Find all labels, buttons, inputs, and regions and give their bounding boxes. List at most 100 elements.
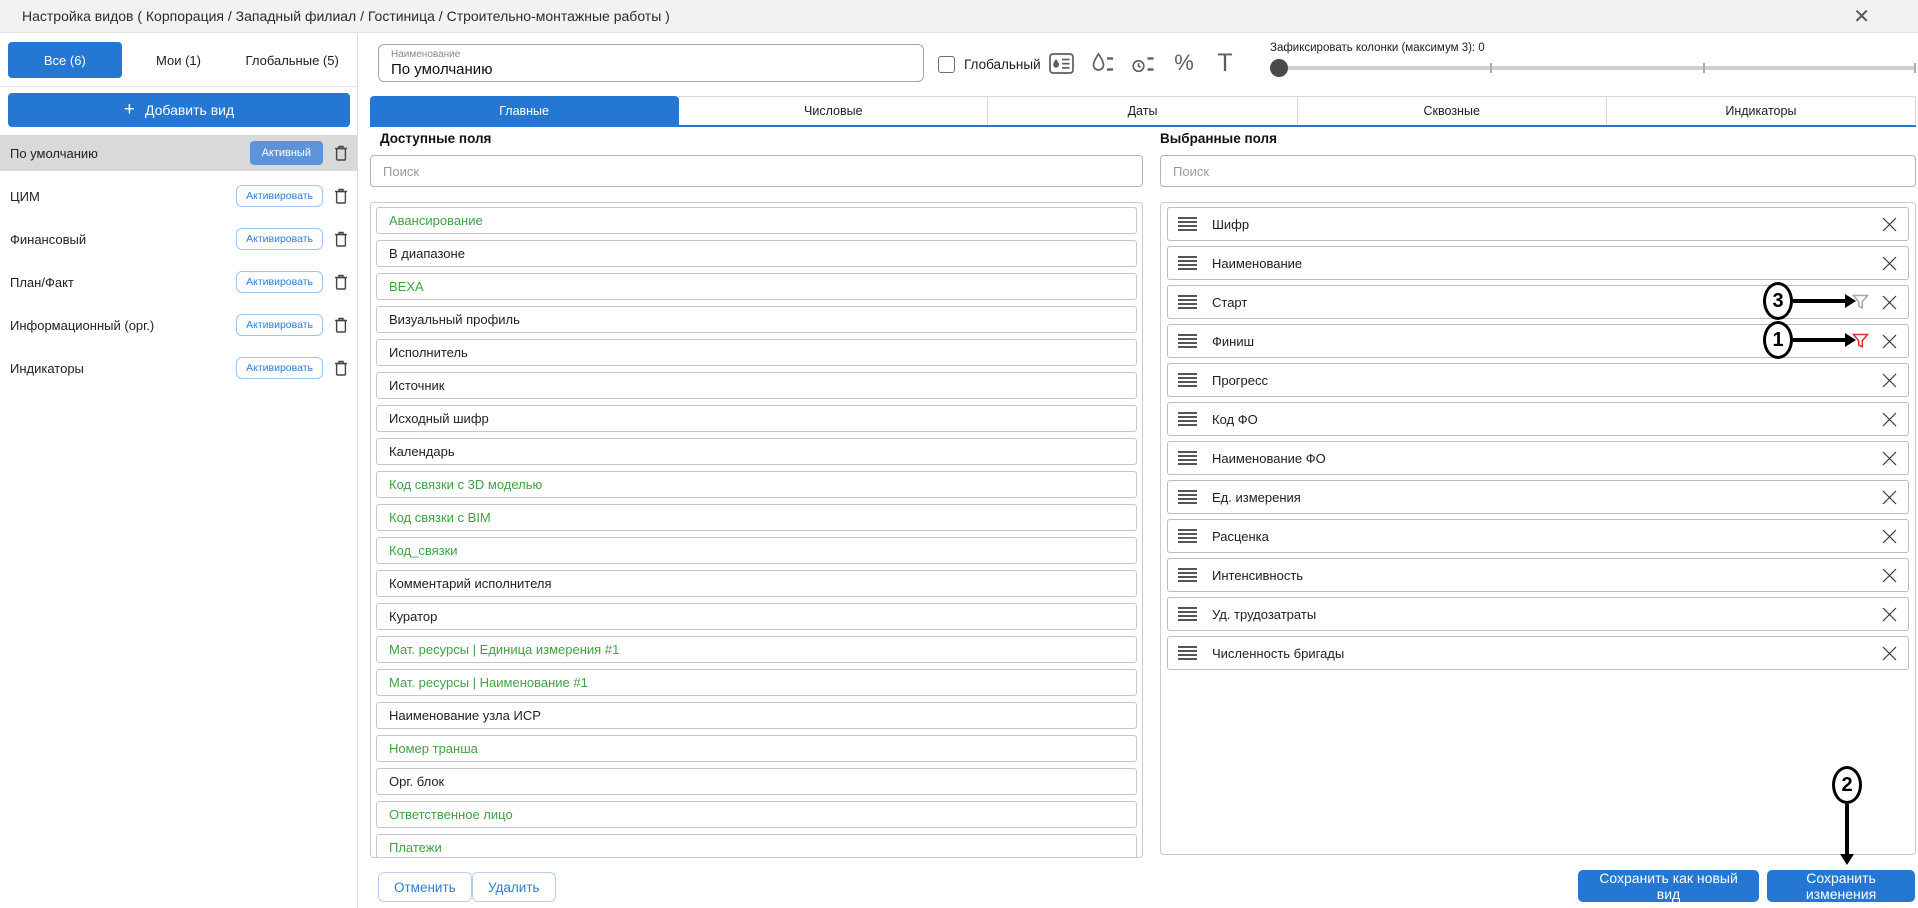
drag-handle-icon[interactable] xyxy=(1178,217,1197,232)
selected-search-input[interactable] xyxy=(1160,155,1916,187)
available-field-label: Календарь xyxy=(389,444,455,459)
color-drop-icon[interactable] xyxy=(1087,48,1117,78)
available-field-item[interactable]: В диапазоне xyxy=(376,240,1137,267)
time-color-icon[interactable] xyxy=(1128,48,1158,78)
selected-field-item[interactable]: Ед. измерения xyxy=(1167,480,1909,514)
remove-icon[interactable] xyxy=(1881,411,1898,428)
drag-handle-icon[interactable] xyxy=(1178,607,1197,622)
cancel-button[interactable]: Отменить xyxy=(378,872,472,902)
available-field-item[interactable]: Визуальный профиль xyxy=(376,306,1137,333)
remove-icon[interactable] xyxy=(1881,255,1898,272)
available-field-item[interactable]: Номер транша xyxy=(376,735,1137,762)
view-row[interactable]: ЦИМ Активировать xyxy=(0,178,357,214)
field-category-tab[interactable]: Сквозные xyxy=(1298,96,1607,125)
view-row[interactable]: По умолчанию Активный xyxy=(0,135,357,171)
drag-handle-icon[interactable] xyxy=(1178,256,1197,271)
field-category-tab[interactable]: Даты xyxy=(988,96,1297,125)
view-activate-badge[interactable]: Активный xyxy=(250,141,323,165)
delete-button[interactable]: Удалить xyxy=(472,872,556,902)
sidebar-tab[interactable]: Все (6) xyxy=(8,42,122,78)
close-icon[interactable]: ✕ xyxy=(1853,4,1870,29)
save-as-new-button[interactable]: Сохранить как новый вид xyxy=(1578,870,1759,902)
remove-icon[interactable] xyxy=(1881,216,1898,233)
view-activate-badge[interactable]: Активировать xyxy=(236,228,323,250)
remove-icon[interactable] xyxy=(1881,606,1898,623)
trash-icon[interactable] xyxy=(333,187,349,205)
text-color-icon[interactable]: T xyxy=(1210,48,1240,78)
view-activate-badge[interactable]: Активировать xyxy=(236,314,323,336)
checkbox-icon[interactable] xyxy=(938,56,955,73)
remove-icon[interactable] xyxy=(1881,372,1898,389)
view-activate-badge[interactable]: Активировать xyxy=(236,357,323,379)
selected-field-item[interactable]: Наименование ФО xyxy=(1167,441,1909,475)
selected-field-item[interactable]: Наименование xyxy=(1167,246,1909,280)
view-row[interactable]: Индикаторы Активировать xyxy=(0,350,357,386)
available-field-item[interactable]: Комментарий исполнителя xyxy=(376,570,1137,597)
remove-icon[interactable] xyxy=(1881,645,1898,662)
available-field-item[interactable]: Авансирование xyxy=(376,207,1137,234)
fix-columns-slider[interactable] xyxy=(1270,66,1916,70)
field-category-tab[interactable]: Числовые xyxy=(679,96,988,125)
selected-field-item[interactable]: Расценка xyxy=(1167,519,1909,553)
available-field-item[interactable]: Код связки с BIM xyxy=(376,504,1137,531)
available-field-item[interactable]: Код связки с 3D моделью xyxy=(376,471,1137,498)
available-field-item[interactable]: Мат. ресурсы | Наименование #1 xyxy=(376,669,1137,696)
sidebar-tab[interactable]: Мои (1) xyxy=(122,42,236,78)
trash-icon[interactable] xyxy=(333,230,349,248)
view-activate-badge[interactable]: Активировать xyxy=(236,185,323,207)
available-field-item[interactable]: Платежи xyxy=(376,834,1137,858)
drag-handle-icon[interactable] xyxy=(1178,295,1197,310)
available-field-item[interactable]: Код_связки xyxy=(376,537,1137,564)
view-row[interactable]: Информационный (орг.) Активировать xyxy=(0,307,357,343)
add-view-button[interactable]: + Добавить вид xyxy=(8,93,350,127)
available-field-item[interactable]: Источник xyxy=(376,372,1137,399)
name-input[interactable]: Наименование По умолчанию xyxy=(378,44,924,82)
selected-field-item[interactable]: Шифр xyxy=(1167,207,1909,241)
selected-field-item[interactable]: Код ФО xyxy=(1167,402,1909,436)
remove-icon[interactable] xyxy=(1881,294,1898,311)
available-field-item[interactable]: ВЕХА xyxy=(376,273,1137,300)
annotation-circle-2: 2 xyxy=(1832,766,1862,804)
sidebar-tab[interactable]: Глобальные (5) xyxy=(235,42,349,78)
slider-handle[interactable] xyxy=(1270,59,1288,77)
drag-handle-icon[interactable] xyxy=(1178,568,1197,583)
drag-handle-icon[interactable] xyxy=(1178,490,1197,505)
drag-handle-icon[interactable] xyxy=(1178,412,1197,427)
available-search-input[interactable] xyxy=(370,155,1143,187)
row-fill-color-icon[interactable] xyxy=(1046,48,1076,78)
percent-icon[interactable]: % xyxy=(1169,48,1199,78)
available-field-item[interactable]: Наименование узла ИСР xyxy=(376,702,1137,729)
available-field-item[interactable]: Куратор xyxy=(376,603,1137,630)
view-row[interactable]: Финансовый Активировать xyxy=(0,221,357,257)
selected-field-item[interactable]: Уд. трудозатраты xyxy=(1167,597,1909,631)
trash-icon[interactable] xyxy=(333,359,349,377)
available-field-item[interactable]: Орг. блок xyxy=(376,768,1137,795)
save-changes-button[interactable]: Сохранить изменения xyxy=(1767,870,1915,902)
remove-icon[interactable] xyxy=(1881,567,1898,584)
view-row[interactable]: План/Факт Активировать xyxy=(0,264,357,300)
view-activate-badge[interactable]: Активировать xyxy=(236,271,323,293)
drag-handle-icon[interactable] xyxy=(1178,646,1197,661)
remove-icon[interactable] xyxy=(1881,528,1898,545)
available-field-item[interactable]: Ответственное лицо xyxy=(376,801,1137,828)
available-field-item[interactable]: Календарь xyxy=(376,438,1137,465)
available-field-item[interactable]: Мат. ресурсы | Единица измерения #1 xyxy=(376,636,1137,663)
selected-field-item[interactable]: Прогресс xyxy=(1167,363,1909,397)
drag-handle-icon[interactable] xyxy=(1178,529,1197,544)
trash-icon[interactable] xyxy=(333,144,349,162)
field-category-tab[interactable]: Главные xyxy=(370,96,679,125)
drag-handle-icon[interactable] xyxy=(1178,373,1197,388)
trash-icon[interactable] xyxy=(333,273,349,291)
drag-handle-icon[interactable] xyxy=(1178,451,1197,466)
trash-icon[interactable] xyxy=(333,316,349,334)
available-field-item[interactable]: Исполнитель xyxy=(376,339,1137,366)
selected-field-item[interactable]: Интенсивность xyxy=(1167,558,1909,592)
remove-icon[interactable] xyxy=(1881,333,1898,350)
global-checkbox[interactable]: Глобальный xyxy=(938,56,1041,73)
selected-field-item[interactable]: Численность бригады xyxy=(1167,636,1909,670)
remove-icon[interactable] xyxy=(1881,450,1898,467)
drag-handle-icon[interactable] xyxy=(1178,334,1197,349)
available-field-item[interactable]: Исходный шифр xyxy=(376,405,1137,432)
field-category-tab[interactable]: Индикаторы xyxy=(1607,96,1916,125)
remove-icon[interactable] xyxy=(1881,489,1898,506)
